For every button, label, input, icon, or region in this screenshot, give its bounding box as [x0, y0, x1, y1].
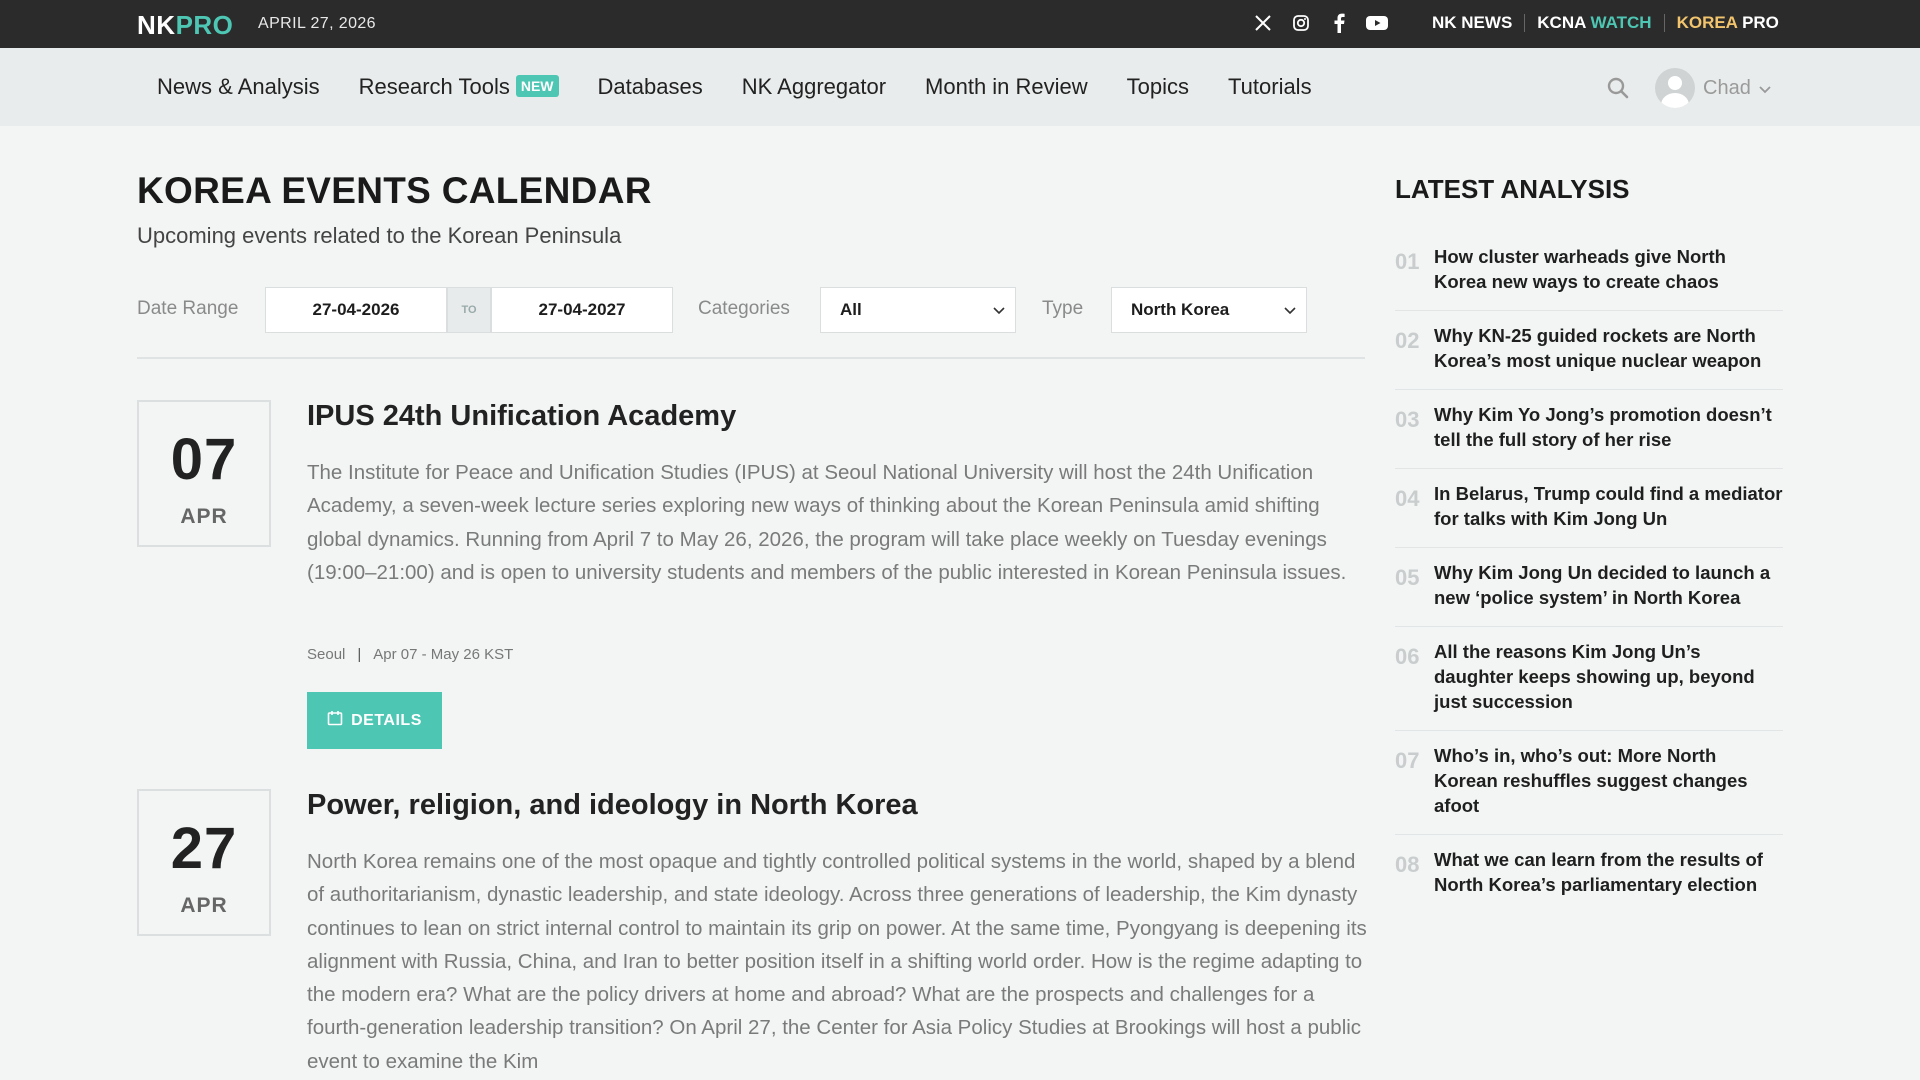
analysis-title[interactable]: Who’s in, who’s out: More North Korean r…: [1434, 743, 1783, 818]
search-icon[interactable]: [1607, 77, 1629, 104]
analysis-title[interactable]: Why KN-25 guided rockets are North Korea…: [1434, 323, 1783, 373]
analysis-item[interactable]: 05 Why Kim Jong Un decided to launch a ne…: [1395, 548, 1783, 627]
event-month: APR: [180, 505, 228, 528]
analysis-number: 06: [1395, 644, 1420, 669]
top-bar: NKPRO APRIL 27, 2026 NK NEWS KCNA WATCH …: [0, 0, 1920, 48]
nav-item-databases[interactable]: Databases: [598, 74, 703, 100]
nav-items: News & Analysis Research Tools NEW Databa…: [157, 74, 1312, 100]
type-value: North Korea: [1131, 300, 1230, 319]
network-sites: NK NEWS KCNA WATCH KOREA PRO: [1432, 13, 1779, 33]
site-divider: [1524, 14, 1526, 32]
site-koreapro-link[interactable]: KOREA PRO: [1677, 13, 1779, 33]
date-from-input[interactable]: 27-04-2026: [265, 287, 447, 333]
analysis-number: 03: [1395, 407, 1420, 432]
analysis-item[interactable]: 08 What we can learn from the results of …: [1395, 835, 1783, 913]
event-title[interactable]: IPUS 24th Unification Academy: [307, 400, 736, 433]
event-meta: Seoul | Apr 07 - May 26 KST: [307, 646, 514, 663]
social-links: [1252, 12, 1388, 34]
event-month: APR: [180, 894, 228, 917]
analysis-number: 08: [1395, 852, 1420, 877]
details-label: DETAILS: [351, 711, 422, 729]
categories-select[interactable]: All: [820, 287, 1016, 333]
x-icon[interactable]: [1252, 12, 1274, 34]
site-kcnawatch-link[interactable]: KCNA WATCH: [1537, 13, 1651, 33]
nav-item-news-analysis[interactable]: News & Analysis: [157, 74, 320, 100]
logo-pro-text: PRO: [175, 10, 234, 40]
site-kcna-word2: WATCH: [1590, 13, 1652, 32]
analysis-number: 01: [1395, 249, 1420, 274]
site-kp-word1: KOREA: [1676, 13, 1738, 32]
event-date-box: 27 APR: [137, 789, 271, 936]
site-nknews-link[interactable]: NK NEWS: [1432, 13, 1512, 33]
categories-value: All: [840, 300, 862, 319]
details-button[interactable]: DETAILS: [307, 692, 442, 749]
analysis-number: 02: [1395, 328, 1420, 353]
analysis-number: 07: [1395, 748, 1420, 773]
site-kp-word2: PRO: [1742, 13, 1779, 32]
logo-nk-text: NK: [137, 10, 176, 40]
date-range-label: Date Range: [137, 298, 239, 319]
analysis-item[interactable]: 01 How cluster warheads give North Korea …: [1395, 232, 1783, 311]
analysis-item[interactable]: 04 In Belarus, Trump could find a mediato…: [1395, 469, 1783, 548]
analysis-title[interactable]: What we can learn from the results of No…: [1434, 847, 1783, 897]
nav-item-month-in-review[interactable]: Month in Review: [925, 74, 1088, 100]
main-nav: News & Analysis Research Tools NEW Databa…: [0, 48, 1920, 126]
analysis-title[interactable]: All the reasons Kim Jong Un’s daughter k…: [1434, 639, 1783, 714]
analysis-title[interactable]: In Belarus, Trump could find a mediator …: [1434, 481, 1783, 531]
site-kcna-word1: KCNA: [1537, 13, 1586, 32]
chevron-down-icon: [1284, 300, 1296, 320]
nav-item-research-tools[interactable]: Research Tools NEW: [359, 74, 559, 100]
nav-item-topics[interactable]: Topics: [1127, 74, 1189, 100]
analysis-number: 04: [1395, 486, 1420, 511]
event-when: Apr 07 - May 26 KST: [373, 646, 514, 663]
analysis-title[interactable]: How cluster warheads give North Korea ne…: [1434, 244, 1783, 294]
user-name: Chad: [1703, 76, 1751, 99]
analysis-item[interactable]: 06 All the reasons Kim Jong Un’s daughter…: [1395, 627, 1783, 731]
chevron-down-icon: [993, 300, 1005, 320]
nkpro-logo[interactable]: NKPRO: [137, 10, 233, 41]
type-label: Type: [1042, 298, 1084, 319]
page-subtitle: Upcoming events related to the Korean Pe…: [137, 223, 622, 248]
analysis-item[interactable]: 07 Who’s in, who’s out: More North Korean…: [1395, 731, 1783, 835]
date-to-input[interactable]: 27-04-2027: [491, 287, 673, 333]
new-badge: NEW: [515, 75, 559, 97]
analysis-title[interactable]: Why Kim Yo Jong’s promotion doesn’t tell…: [1434, 402, 1783, 452]
chevron-down-icon: [1759, 77, 1771, 100]
site-divider: [1663, 14, 1665, 32]
event-location: Seoul: [307, 646, 346, 663]
type-select[interactable]: North Korea: [1111, 287, 1307, 333]
event-description: The Institute for Peace and Unification …: [307, 461, 1347, 584]
youtube-icon[interactable]: [1366, 12, 1388, 34]
avatar: [1655, 68, 1695, 108]
user-menu[interactable]: Chad: [1655, 68, 1771, 108]
event-description: North Korea remains one of the most opaq…: [307, 850, 1367, 1073]
event-title[interactable]: Power, religion, and ideology in North K…: [307, 789, 918, 822]
facebook-icon[interactable]: [1328, 12, 1350, 34]
analysis-title[interactable]: Why Kim Jong Un decided to launch a new …: [1434, 560, 1783, 610]
categories-label: Categories: [698, 298, 790, 319]
analysis-list: 01 How cluster warheads give North Korea …: [1395, 232, 1783, 913]
event-date-box: 07 APR: [137, 400, 271, 547]
date-to-separator: TO: [447, 287, 491, 333]
page-title: KOREA EVENTS CALENDAR: [137, 170, 652, 211]
event-day: 07: [170, 427, 238, 492]
nav-item-label: Research Tools: [358, 74, 510, 99]
nav-item-tutorials[interactable]: Tutorials: [1228, 74, 1312, 100]
analysis-number: 05: [1395, 565, 1420, 590]
current-date: APRIL 27, 2026: [258, 15, 376, 32]
analysis-item[interactable]: 03 Why Kim Yo Jong’s promotion doesn’t te…: [1395, 390, 1783, 469]
sidebar-title: LATEST ANALYSIS: [1395, 174, 1630, 204]
nav-item-nk-aggregator[interactable]: NK Aggregator: [742, 74, 886, 100]
calendar-icon: [327, 710, 343, 731]
instagram-icon[interactable]: [1290, 12, 1312, 34]
event-day: 27: [170, 816, 238, 881]
analysis-item[interactable]: 02 Why KN-25 guided rockets are North Kor…: [1395, 311, 1783, 390]
